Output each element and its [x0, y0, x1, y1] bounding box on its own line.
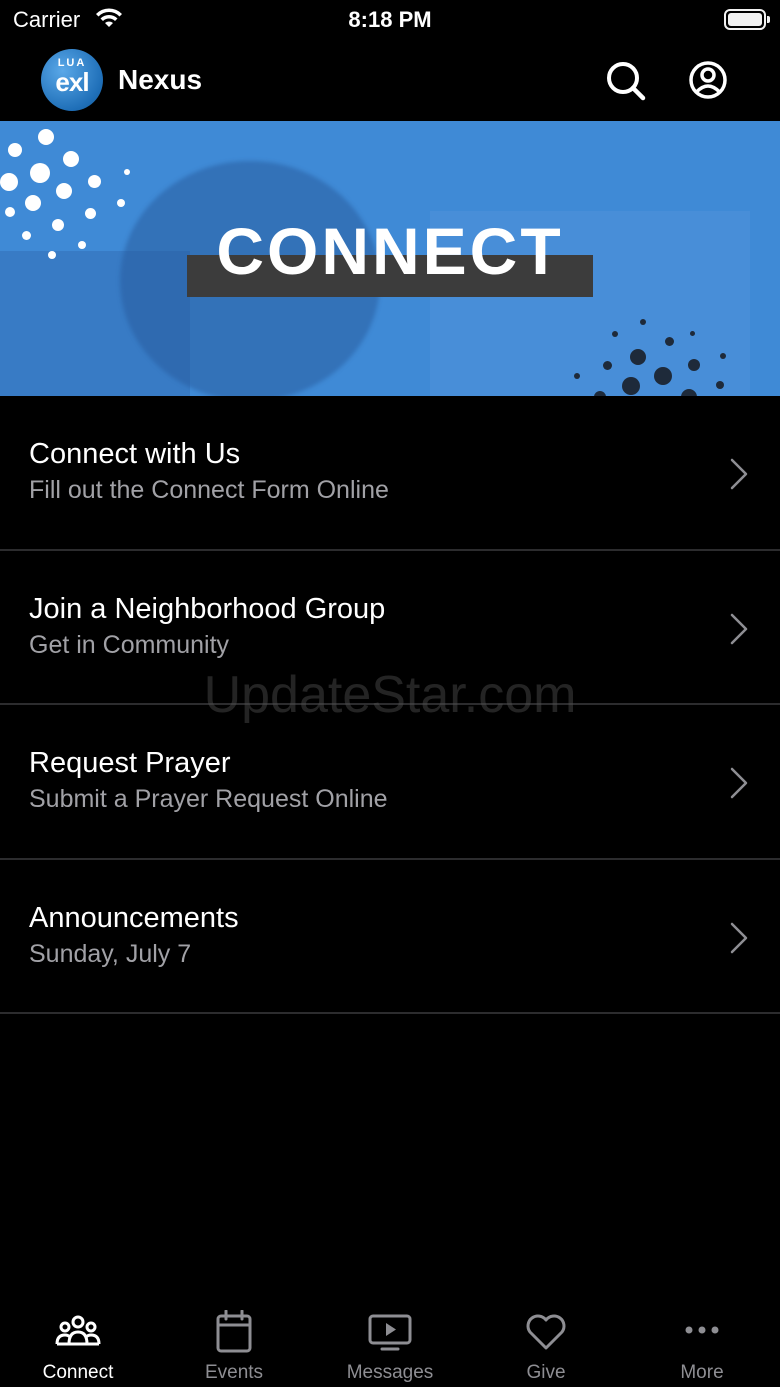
clock: 8:18 PM: [348, 7, 432, 32]
list-item-title: Request Prayer: [29, 747, 231, 779]
tab-more[interactable]: More: [624, 1300, 780, 1387]
list-item-connect-with-us[interactable]: Connect with Us Fill out the Connect For…: [0, 396, 780, 551]
banner-dot: [25, 195, 41, 211]
banner-dot: [622, 377, 640, 395]
chevron-right-icon: [730, 613, 748, 644]
chevron-right-icon: [730, 767, 748, 799]
banner-dot: [612, 331, 618, 337]
list-item-neighborhood-group[interactable]: Join a Neighborhood Group Get in Communi…: [0, 551, 780, 705]
chevron-right-icon: [730, 458, 748, 490]
banner-dot: [124, 169, 130, 175]
banner-dot: [88, 175, 101, 188]
tab-label: More: [680, 1362, 724, 1383]
calendar-icon: [216, 1310, 252, 1353]
banner-dot: [38, 129, 54, 145]
banner-dot: [574, 373, 580, 379]
banner-dot: [117, 199, 125, 207]
people-icon: [55, 1315, 101, 1346]
banner-title: CONNECT: [216, 214, 564, 288]
profile-icon[interactable]: [686, 58, 730, 102]
banner-dot: [0, 173, 18, 191]
play-screen-icon: [368, 1314, 412, 1351]
tab-label: Events: [204, 1362, 264, 1383]
list-item-subtitle: Fill out the Connect Form Online: [29, 476, 389, 504]
banner-dot: [716, 381, 724, 389]
connect-list: Connect with Us Fill out the Connect For…: [0, 396, 780, 1014]
banner-dot: [30, 163, 50, 183]
tab-give[interactable]: Give: [468, 1300, 624, 1387]
tab-label: Give: [526, 1362, 566, 1383]
banner-dot: [720, 353, 726, 359]
tab-bar: Connect Events Messages Give More: [0, 1300, 780, 1387]
battery-icon: [724, 9, 770, 30]
banner-dot: [688, 359, 700, 371]
connect-banner: CONNECT: [0, 121, 780, 396]
banner-dot: [640, 319, 646, 325]
heart-icon: [526, 1314, 566, 1350]
banner-dot: [8, 143, 22, 157]
tab-connect[interactable]: Connect: [0, 1300, 156, 1387]
logo-text-main: exl: [55, 67, 89, 97]
banner-dot: [665, 337, 674, 346]
app-logo[interactable]: LUA exl: [41, 49, 103, 111]
chevron-right-icon: [730, 922, 748, 953]
tab-events[interactable]: Events: [156, 1300, 312, 1387]
search-icon[interactable]: [603, 58, 647, 102]
tab-label: Messages: [346, 1362, 434, 1383]
banner-dot: [690, 331, 695, 336]
more-icon: [685, 1326, 719, 1334]
list-item-subtitle: Get in Community: [29, 630, 230, 659]
list-item-title: Join a Neighborhood Group: [29, 592, 386, 625]
banner-dot: [630, 349, 646, 365]
banner-dot: [654, 367, 672, 385]
list-item-subtitle: Sunday, July 7: [29, 939, 192, 968]
status-bar: Carrier 8:18 PM: [0, 0, 780, 40]
tab-label: Connect: [42, 1362, 114, 1383]
list-item-announcements[interactable]: Announcements Sunday, July 7: [0, 860, 780, 1014]
nav-bar: LUA exl Nexus: [0, 40, 780, 121]
list-item-title: Connect with Us: [29, 438, 241, 470]
battery-fill: [728, 13, 762, 26]
list-item-subtitle: Submit a Prayer Request Online: [29, 785, 388, 813]
banner-dot: [56, 183, 72, 199]
banner-dot: [63, 151, 79, 167]
banner-dot: [603, 361, 612, 370]
list-item-title: Announcements: [29, 901, 239, 934]
tab-messages[interactable]: Messages: [312, 1300, 468, 1387]
app-title: Nexus: [118, 64, 203, 95]
list-item-request-prayer[interactable]: Request Prayer Submit a Prayer Request O…: [0, 705, 780, 860]
